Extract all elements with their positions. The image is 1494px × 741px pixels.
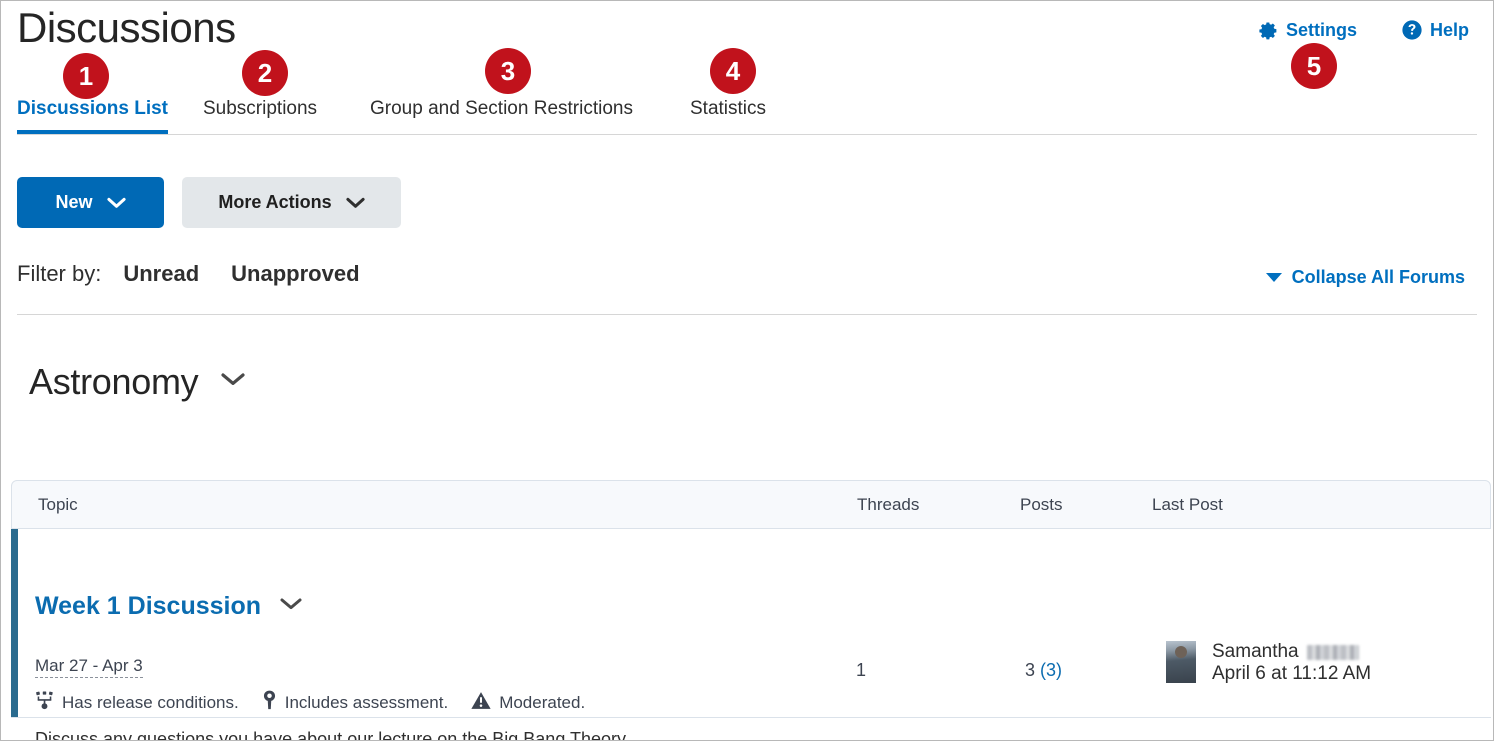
- redacted-last-name: [1306, 644, 1359, 660]
- gear-icon: [1258, 20, 1279, 41]
- cell-threads-count: 1: [856, 660, 867, 680]
- discussions-table: Topic Threads Posts Last Post Week 1 Dis…: [11, 480, 1491, 740]
- page-title: Discussions: [17, 4, 236, 51]
- topic-description: Discuss any questions you have about our…: [35, 729, 630, 741]
- filter-unapproved[interactable]: Unapproved: [231, 261, 359, 287]
- tab-statistics[interactable]: Statistics: [690, 98, 766, 134]
- section-divider: [17, 314, 1477, 315]
- settings-label: Settings: [1285, 19, 1357, 40]
- flag-moderated-label: Moderated.: [499, 692, 586, 712]
- topic-meta: Mar 27 - Apr 3 Has release conditions. I…: [35, 656, 835, 741]
- row-accent-bar: [11, 529, 18, 717]
- cell-posts-count: 3 (3): [1025, 660, 1062, 681]
- callout-badge-1: 1: [63, 53, 109, 99]
- collapse-all-forums-button[interactable]: Collapse All Forums: [1265, 267, 1465, 288]
- settings-link[interactable]: Settings: [1258, 20, 1357, 41]
- filter-unread[interactable]: Unread: [123, 261, 199, 287]
- forum-name[interactable]: Astronomy: [29, 361, 199, 403]
- filter-bar: Filter by: Unread Unapproved: [17, 261, 392, 287]
- posts-unread-link[interactable]: (3): [1040, 660, 1062, 680]
- chevron-down-icon: [346, 197, 365, 209]
- topic-link[interactable]: Week 1 Discussion: [35, 592, 261, 621]
- forum-heading: Astronomy: [29, 361, 246, 403]
- cell-last-post: Samantha April 6 at 11:12 AM: [1166, 641, 1371, 685]
- callout-badge-2: 2: [242, 50, 288, 96]
- chevron-down-icon[interactable]: [220, 372, 246, 392]
- collapse-all-label: Collapse All Forums: [1291, 267, 1465, 287]
- flag-moderated: Moderated.: [471, 691, 585, 715]
- topic-title-row: Week 1 Discussion: [35, 592, 303, 621]
- last-post-text: Samantha April 6 at 11:12 AM: [1212, 641, 1371, 685]
- column-header-topic: Topic: [38, 495, 78, 514]
- last-post-timestamp: April 6 at 11:12 AM: [1212, 663, 1372, 684]
- new-button[interactable]: New: [17, 177, 164, 228]
- tab-group-and-section-restrictions[interactable]: Group and Section Restrictions: [370, 98, 633, 134]
- triangle-down-icon: [1265, 273, 1282, 282]
- flag-release-conditions-label: Has release conditions.: [62, 692, 239, 712]
- new-button-label: New: [55, 192, 93, 212]
- last-post-author-first: Samantha: [1212, 641, 1299, 662]
- moderated-warning-icon: [471, 691, 491, 715]
- last-post-author: Samantha: [1212, 641, 1371, 663]
- callout-badge-3: 3: [485, 48, 531, 94]
- flag-includes-assessment-label: Includes assessment.: [284, 692, 449, 712]
- filter-label: Filter by:: [17, 261, 102, 286]
- assessment-pin-icon: [262, 690, 277, 715]
- more-actions-label: More Actions: [218, 192, 332, 212]
- column-header-threads: Threads: [857, 495, 920, 514]
- topic-flags: Has release conditions. Includes assessm…: [35, 690, 835, 715]
- header-actions: Settings Help: [1258, 19, 1469, 41]
- table-header-row: Topic Threads Posts Last Post: [11, 480, 1491, 529]
- chevron-down-icon: [106, 197, 126, 209]
- discussions-page: Discussions Settings Help Discussions Li…: [0, 0, 1494, 741]
- tab-subscriptions[interactable]: Subscriptions: [203, 98, 317, 134]
- callout-badge-5: 5: [1291, 43, 1337, 89]
- tab-bar: Discussions List Subscriptions Group and…: [17, 89, 1477, 135]
- tab-discussions-list[interactable]: Discussions List: [17, 98, 168, 134]
- release-conditions-icon: [35, 691, 54, 715]
- date-range[interactable]: Mar 27 - Apr 3: [35, 656, 143, 678]
- help-label: Help: [1429, 19, 1469, 40]
- avatar: [1166, 641, 1196, 683]
- flag-release-conditions: Has release conditions.: [35, 691, 239, 715]
- toolbar: New More Actions: [17, 177, 401, 228]
- posts-total: 3: [1025, 660, 1036, 680]
- more-actions-button[interactable]: More Actions: [182, 177, 401, 228]
- column-header-posts: Posts: [1020, 495, 1063, 514]
- question-circle-icon: [1401, 19, 1423, 41]
- help-link[interactable]: Help: [1401, 19, 1469, 41]
- table-row: Week 1 Discussion Mar 27 - Apr 3 Has rel…: [11, 529, 1491, 740]
- flag-includes-assessment: Includes assessment.: [262, 690, 448, 715]
- chevron-down-icon[interactable]: [279, 597, 303, 616]
- column-header-last-post: Last Post: [1152, 495, 1223, 514]
- callout-badge-4: 4: [710, 48, 756, 94]
